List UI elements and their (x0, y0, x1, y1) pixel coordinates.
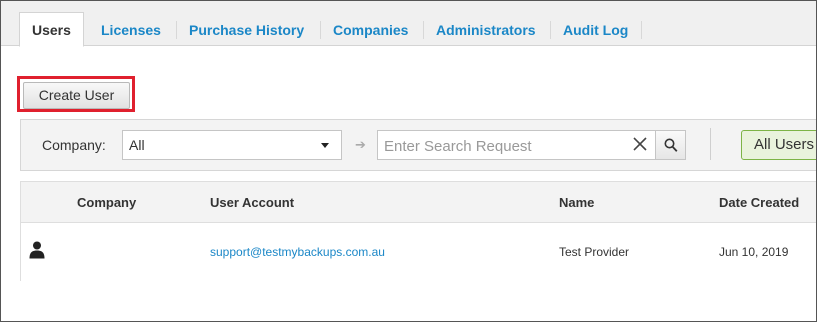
tab-administrators[interactable]: Administrators (424, 13, 548, 47)
arrow-right-icon: ➔ (355, 137, 366, 152)
column-header-company[interactable]: Company (77, 195, 136, 210)
table-header (20, 181, 816, 223)
column-header-date-created[interactable]: Date Created (719, 195, 799, 210)
toolbar-divider (710, 128, 711, 160)
company-filter-label: Company: (42, 137, 106, 153)
company-select[interactable]: All (122, 130, 342, 160)
search-input[interactable] (384, 136, 624, 156)
caret-down-icon (321, 143, 329, 148)
tab-users[interactable]: Users (19, 12, 84, 47)
user-icon (29, 241, 45, 259)
search-icon (664, 138, 678, 152)
column-header-name[interactable]: Name (559, 195, 594, 210)
company-select-value: All (129, 137, 145, 153)
tab-licenses[interactable]: Licenses (89, 13, 173, 47)
tab-purchase-history[interactable]: Purchase History (177, 13, 316, 47)
search-button[interactable] (655, 130, 686, 160)
all-users-button[interactable]: All Users (741, 130, 816, 160)
search-box (377, 130, 656, 160)
tab-companies[interactable]: Companies (321, 13, 420, 47)
column-header-user-account[interactable]: User Account (210, 195, 294, 210)
create-user-button[interactable]: Create User (23, 82, 130, 109)
cell-user-account-link[interactable]: support@testmybackups.com.au (210, 245, 385, 259)
cell-date-created: Jun 10, 2019 (719, 245, 789, 259)
app-frame: Users Licenses Purchase History Companie… (0, 0, 817, 322)
table-row[interactable] (20, 223, 816, 281)
cell-name: Test Provider (559, 245, 630, 259)
tab-audit-log[interactable]: Audit Log (551, 13, 640, 47)
clear-icon[interactable] (631, 135, 649, 153)
tab-divider (641, 21, 642, 39)
